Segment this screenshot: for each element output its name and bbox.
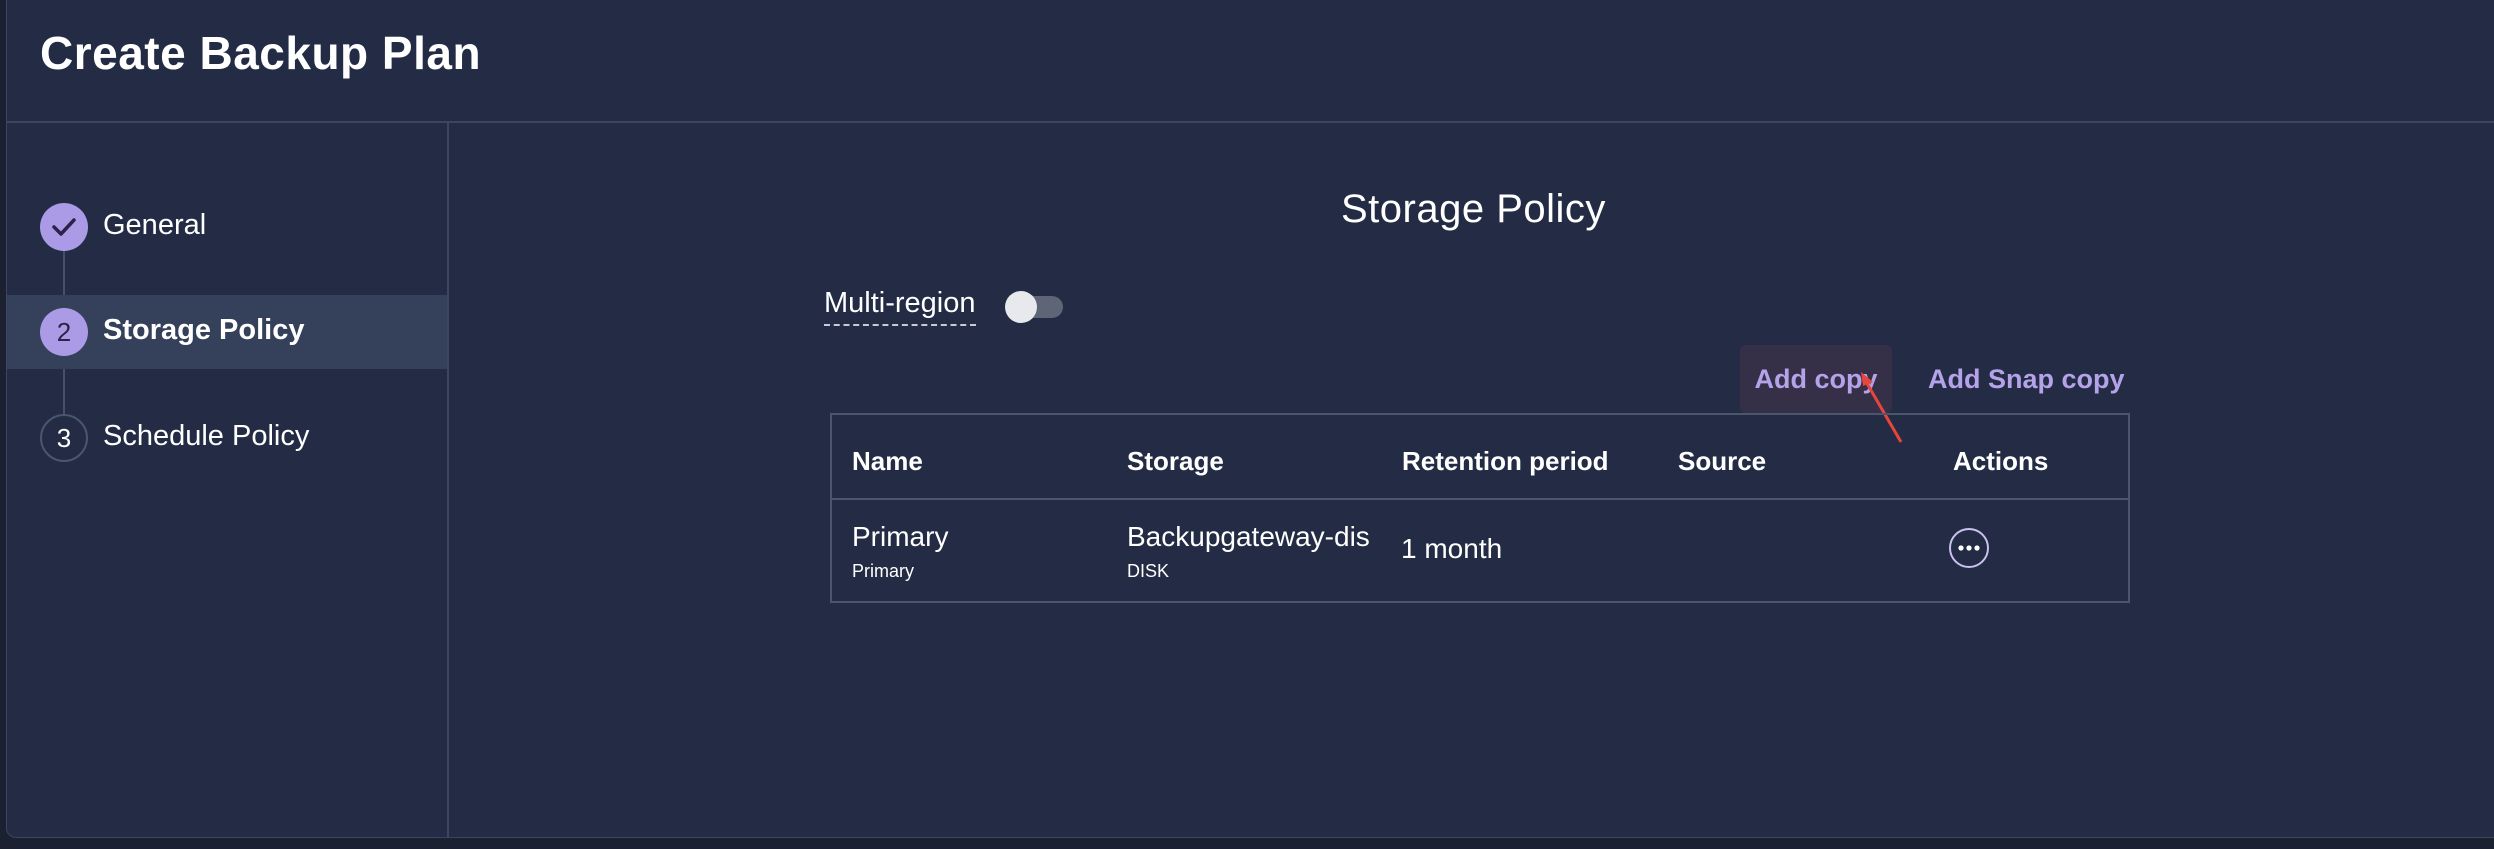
column-header-actions: Actions — [1953, 446, 2049, 476]
column-header-source[interactable]: Source — [1678, 446, 1766, 477]
storage-copies-table: Name Storage Retention period Source Act… — [830, 413, 2130, 603]
row-storage: Backupgateway-dis — [1127, 521, 1370, 552]
wizard-steps: General 2 Storage Policy 3 Schedule Poli… — [7, 123, 449, 838]
step-label: General — [103, 209, 207, 241]
table-header: Name Storage Retention period Source Act… — [832, 415, 2128, 500]
row-storage-type: DISK — [1127, 561, 1170, 581]
step-general[interactable]: General — [7, 190, 447, 264]
column-header-storage[interactable]: Storage — [1127, 446, 1224, 477]
column-header-retention-period[interactable]: Retention period — [1402, 446, 1609, 477]
page-header: Create Backup Plan — [7, 0, 2494, 123]
column-header-name[interactable]: Name — [852, 446, 923, 477]
check-icon — [40, 203, 88, 251]
add-snap-copy-button[interactable]: Add Snap copy — [1922, 345, 2131, 413]
section-title: Storage Policy — [1341, 187, 1606, 231]
row-name-sub: Primary — [852, 561, 914, 581]
step-storage-policy[interactable]: 2 Storage Policy — [7, 295, 447, 369]
row-name: Primary — [852, 521, 949, 552]
step-label: Storage Policy — [103, 314, 305, 346]
step-schedule-policy[interactable]: 3 Schedule Policy — [7, 401, 447, 475]
page-title: Create Backup Plan — [40, 27, 482, 79]
toggle-knob[interactable] — [1005, 291, 1037, 323]
step-label: Schedule Policy — [103, 420, 310, 452]
create-backup-plan-window: Create Backup Plan General 2 Storage Pol… — [6, 0, 2494, 838]
step-number: 3 — [40, 414, 88, 462]
row-retention: 1 month — [1401, 533, 1503, 564]
step-number: 2 — [40, 308, 88, 356]
multi-region-label: Multi-region — [824, 287, 976, 326]
more-horizontal-icon[interactable] — [1949, 528, 1989, 568]
